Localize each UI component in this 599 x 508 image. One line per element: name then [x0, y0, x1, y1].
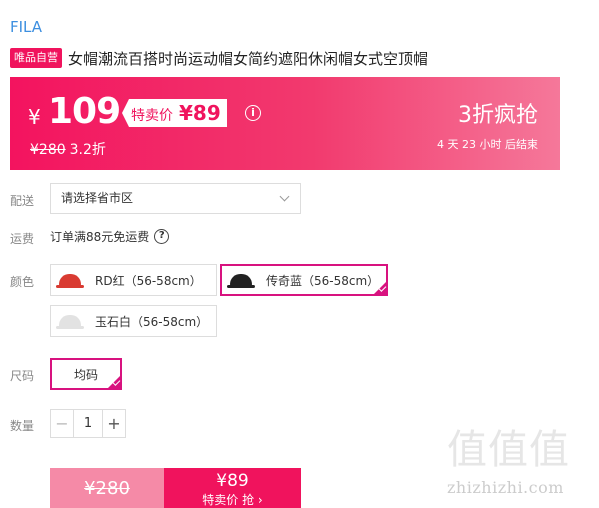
checkmark-icon	[373, 281, 387, 295]
decrease-button[interactable]: −	[51, 410, 74, 437]
chevron-down-icon	[279, 191, 290, 202]
shipping-text: 订单满88元免运费	[50, 230, 150, 244]
buy-bar: ¥280 ¥89 特卖价 抢 ›	[50, 468, 301, 508]
color-option-red[interactable]: RD红（56-58cm）	[50, 264, 217, 296]
region-placeholder: 请选择省市区	[61, 191, 134, 205]
promo-title: 3折疯抢	[458, 103, 538, 128]
color-label: 颜色	[10, 275, 35, 289]
special-price-label: 特卖价	[131, 108, 173, 124]
currency-symbol: ¥	[28, 105, 41, 129]
info-icon[interactable]: i	[245, 105, 261, 121]
color-option-label: RD红（56-58cm）	[95, 273, 202, 288]
delivery-label: 配送	[10, 194, 35, 208]
special-price-tag: 特卖价 ¥89	[122, 99, 227, 127]
buy-original-price: ¥280	[84, 477, 130, 499]
shipping-info: 订单满88元免运费 ?	[50, 228, 170, 245]
product-title: 女帽潮流百搭时尚运动帽女简约遮阳休闲帽女式空顶帽	[68, 49, 429, 68]
watermark-text: zhizhizhi.com	[447, 478, 564, 497]
brand-name[interactable]: FILA	[10, 18, 42, 36]
checkmark-icon	[107, 375, 121, 389]
size-option[interactable]: 均码	[50, 358, 122, 390]
current-price: 109	[48, 91, 121, 132]
product-title-row: 唯品自营 女帽潮流百搭时尚运动帽女简约遮阳休闲帽女式空顶帽	[10, 47, 428, 69]
increase-button[interactable]: +	[102, 410, 125, 437]
black-cap-icon	[227, 274, 255, 288]
help-icon[interactable]: ?	[154, 229, 170, 244]
discount-rate: 3.2折	[69, 142, 106, 158]
color-option-white[interactable]: 玉石白（56-58cm）	[50, 305, 217, 337]
color-option-label: 玉石白（56-58cm）	[95, 314, 209, 329]
quantity-stepper: − 1 +	[50, 409, 126, 438]
color-option-label: 传奇蓝（56-58cm）	[266, 273, 380, 288]
shipping-label: 运费	[10, 232, 35, 246]
buy-now-button[interactable]: ¥89 特卖价 抢 ›	[164, 468, 301, 508]
white-cap-icon	[56, 315, 84, 329]
original-price-button[interactable]: ¥280	[50, 468, 164, 508]
original-price: ¥280	[30, 142, 66, 158]
buy-price: ¥89	[216, 471, 249, 491]
quantity-label: 数量	[10, 419, 35, 433]
size-label: 尺码	[10, 369, 35, 383]
special-price-value: ¥89	[179, 101, 221, 125]
price-banner: ¥ 109 特卖价 ¥89 i ¥280 3.2折 3折疯抢 4 天 23 小时 后…	[10, 77, 560, 170]
buy-action-label: 特卖价 抢 ›	[202, 493, 263, 507]
color-option-blue[interactable]: 传奇蓝（56-58cm）	[220, 264, 388, 296]
region-select[interactable]: 请选择省市区	[50, 183, 301, 214]
quantity-value[interactable]: 1	[74, 410, 102, 437]
self-operated-badge: 唯品自营	[10, 48, 62, 68]
watermark-logo: 值值值	[447, 427, 570, 473]
watermark: 值值值 zhizhizhi.com	[447, 426, 570, 497]
size-option-label: 均码	[73, 367, 98, 382]
original-price-row: ¥280 3.2折	[30, 139, 106, 159]
red-cap-icon	[56, 274, 84, 288]
countdown-timer: 4 天 23 小时 后结束	[437, 138, 538, 151]
